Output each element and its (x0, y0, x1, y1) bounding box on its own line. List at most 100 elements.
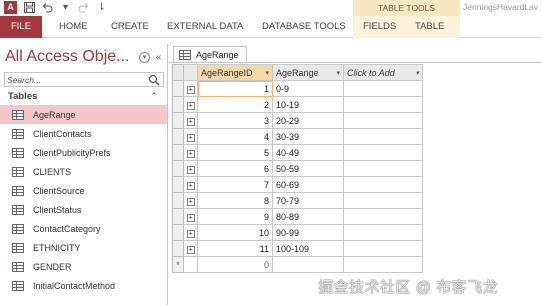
expand-cell[interactable]: + (183, 224, 198, 241)
nav-item-gender[interactable]: GENDER (0, 257, 167, 276)
cell-agerangeid[interactable]: 4 (197, 128, 273, 145)
cell-agerange[interactable]: 60-69 (272, 176, 344, 193)
nav-pane-title[interactable]: All Access Obje... (5, 48, 130, 66)
cell-click-to-add[interactable] (343, 176, 423, 193)
cell-click-to-add[interactable] (343, 128, 423, 145)
nav-item-clientstatus[interactable]: ClientStatus (0, 200, 167, 219)
expand-cell[interactable]: + (183, 240, 198, 257)
record-selector[interactable] (172, 240, 184, 257)
column-header-click-to-add[interactable]: Click to Add ▾ (343, 64, 423, 81)
expand-cell[interactable]: + (183, 80, 198, 97)
nav-item-clientcontacts[interactable]: ClientContacts (0, 124, 167, 143)
new-record-star-icon[interactable]: * (172, 256, 184, 273)
nav-item-clientpublicityprefs[interactable]: ClientPublicityPrefs (0, 143, 167, 162)
cell-agerangeid[interactable]: 2 (197, 96, 273, 113)
cell-click-to-add[interactable] (343, 112, 423, 129)
cell-agerangeid[interactable]: 1 (197, 80, 273, 97)
column-dropdown-icon[interactable]: ▾ (415, 69, 419, 77)
cell-click-to-add[interactable] (343, 224, 423, 241)
select-all-cell[interactable] (172, 64, 184, 81)
nav-menu-chevron-icon[interactable]: ▾ (139, 52, 150, 63)
expand-plus-icon[interactable]: + (186, 85, 195, 94)
tab-external-data[interactable]: EXTERNAL DATA (167, 16, 243, 38)
expand-cell[interactable]: + (183, 192, 198, 209)
search-icon[interactable] (148, 74, 160, 86)
expand-plus-icon[interactable]: + (186, 213, 195, 222)
cell-agerange[interactable]: 0-9 (272, 80, 344, 97)
cell-agerangeid[interactable]: 5 (197, 144, 273, 161)
tab-home[interactable]: HOME (59, 16, 88, 38)
cell-agerangeid[interactable]: 6 (197, 160, 273, 177)
expand-plus-icon[interactable]: + (186, 101, 195, 110)
record-selector[interactable] (172, 96, 184, 113)
nav-item-ethnicity[interactable]: ETHNICITY (0, 238, 167, 257)
redo-icon[interactable] (78, 2, 89, 13)
nav-search-input[interactable] (5, 73, 145, 86)
column-header-agerangeid[interactable]: AgeRangeID ▾ (197, 64, 273, 81)
column-header-agerange[interactable]: AgeRange ▾ (272, 64, 344, 81)
undo-dropdown-icon[interactable]: ▾ (60, 2, 71, 13)
expand-cell[interactable]: + (183, 96, 198, 113)
save-icon[interactable] (24, 2, 35, 13)
cell-agerange[interactable]: 100-109 (272, 240, 344, 257)
expand-cell[interactable]: + (183, 160, 198, 177)
cell-click-to-add[interactable] (343, 96, 423, 113)
tab-fields[interactable]: FIELDS (363, 16, 396, 38)
cell-agerange[interactable]: 20-29 (272, 112, 344, 129)
undo-icon[interactable] (42, 2, 53, 13)
tab-file[interactable]: FILE (0, 16, 42, 38)
record-selector[interactable] (172, 112, 184, 129)
cell-agerange-new[interactable] (272, 256, 344, 273)
cell-agerange[interactable]: 10-19 (272, 96, 344, 113)
record-selector[interactable] (172, 224, 184, 241)
cell-agerangeid-new[interactable]: 0 (197, 256, 273, 273)
expand-cell[interactable]: + (183, 176, 198, 193)
cell-agerangeid[interactable]: 11 (197, 240, 273, 257)
nav-item-contactcategory[interactable]: ContactCategory (0, 219, 167, 238)
record-selector[interactable] (172, 80, 184, 97)
cell-click-to-add[interactable] (343, 160, 423, 177)
cell-agerange[interactable]: 50-59 (272, 160, 344, 177)
expand-cell[interactable]: + (183, 144, 198, 161)
expand-plus-icon[interactable]: + (186, 133, 195, 142)
customize-toolbar-icon[interactable]: ⇂ (96, 2, 107, 13)
cell-agerange[interactable]: 30-39 (272, 128, 344, 145)
cell-agerange[interactable]: 80-89 (272, 208, 344, 225)
nav-item-clients[interactable]: CLIENTS (0, 162, 167, 181)
record-selector[interactable] (172, 144, 184, 161)
expand-plus-icon[interactable]: + (186, 149, 195, 158)
expand-plus-icon[interactable]: + (186, 117, 195, 126)
expand-plus-icon[interactable]: + (186, 165, 195, 174)
cell-agerangeid[interactable]: 8 (197, 192, 273, 209)
cell-agerangeid[interactable]: 3 (197, 112, 273, 129)
cell-agerange[interactable]: 70-79 (272, 192, 344, 209)
cell-click-to-add[interactable] (343, 208, 423, 225)
nav-item-clientsource[interactable]: ClientSource (0, 181, 167, 200)
nav-item-initialcontactmethod[interactable]: InitialContactMethod (0, 276, 167, 295)
record-selector[interactable] (172, 128, 184, 145)
cell-agerangeid[interactable]: 9 (197, 208, 273, 225)
cell-click-to-add[interactable] (343, 80, 423, 97)
cell-agerange[interactable]: 40-49 (272, 144, 344, 161)
expand-cell[interactable]: + (183, 208, 198, 225)
nav-item-agerange[interactable]: AgeRange (0, 105, 167, 124)
tab-create[interactable]: CREATE (111, 16, 149, 38)
expand-cell[interactable]: + (183, 112, 198, 129)
document-tab-agerange[interactable]: AgeRange (173, 46, 247, 62)
record-selector[interactable] (172, 192, 184, 209)
tab-database-tools[interactable]: DATABASE TOOLS (262, 16, 346, 38)
expand-plus-icon[interactable]: + (186, 181, 195, 190)
column-dropdown-icon[interactable]: ▾ (336, 69, 340, 77)
record-selector[interactable] (172, 208, 184, 225)
cell-agerangeid[interactable]: 10 (197, 224, 273, 241)
expand-plus-icon[interactable]: + (186, 197, 195, 206)
cell-click-to-add[interactable] (343, 240, 423, 257)
expand-plus-icon[interactable]: + (186, 245, 195, 254)
record-selector[interactable] (172, 160, 184, 177)
column-dropdown-icon[interactable]: ▾ (265, 69, 269, 77)
expand-cell[interactable]: + (183, 128, 198, 145)
group-collapse-icon[interactable]: ⌃ (149, 91, 159, 101)
cell-agerangeid[interactable]: 7 (197, 176, 273, 193)
cell-click-to-add[interactable] (343, 192, 423, 209)
record-selector[interactable] (172, 176, 184, 193)
